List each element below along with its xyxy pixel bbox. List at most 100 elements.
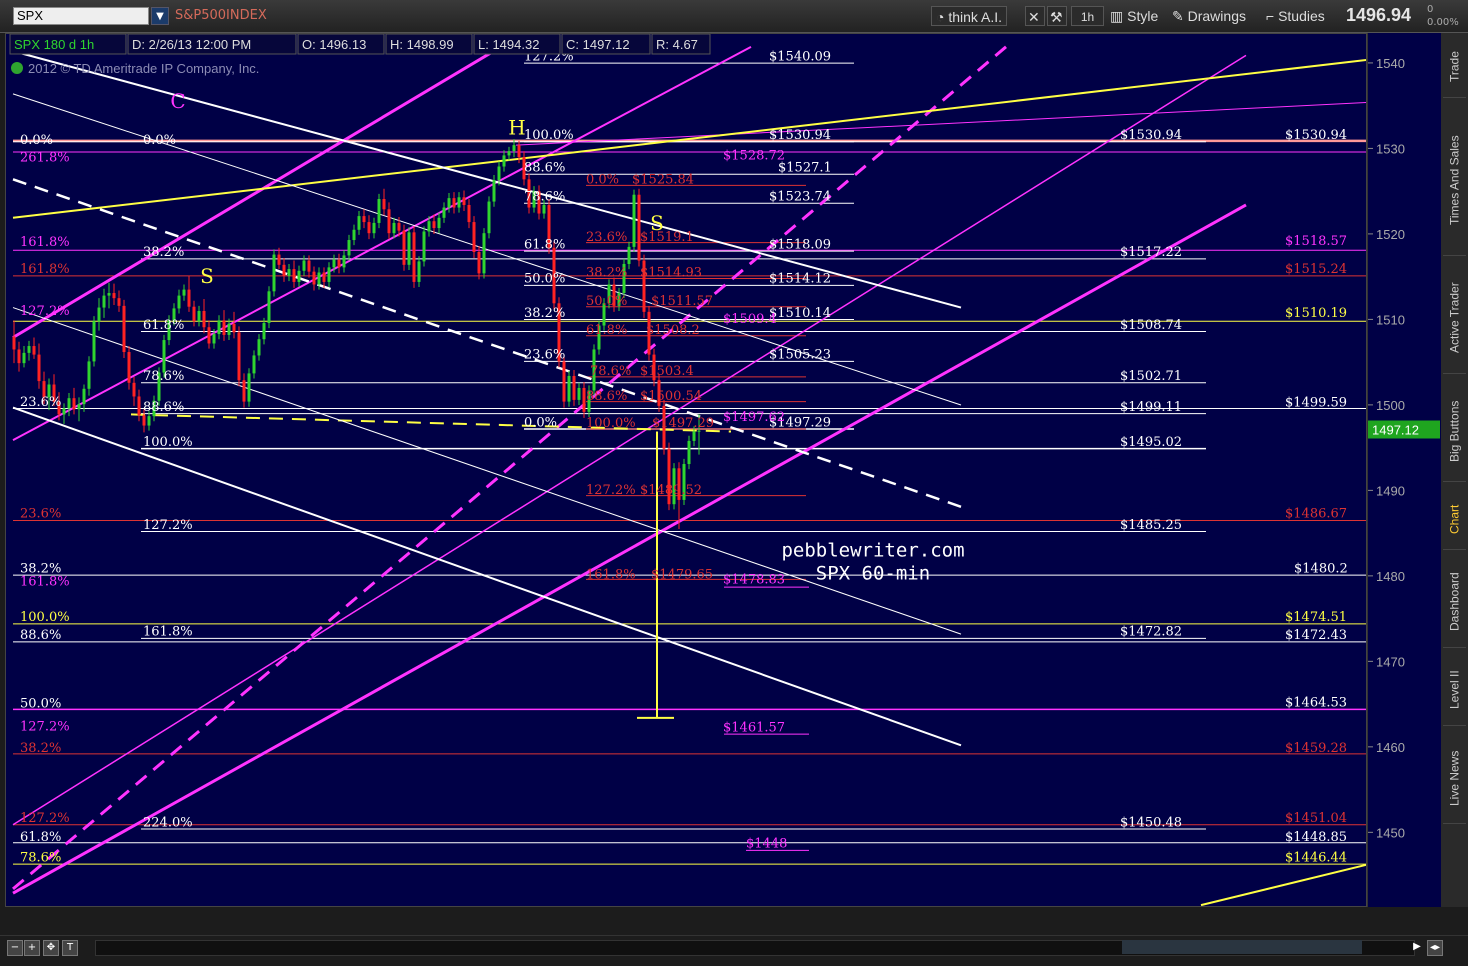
side-tab-trade[interactable]: Trade [1443, 37, 1466, 98]
symbol-dropdown-icon[interactable]: ▼ [151, 7, 169, 25]
candle-body [82, 388, 86, 405]
price-axis-canvas: 1540 1530 1520 1510 1500 1490 1480 1470 1460 1450… [1368, 56, 1440, 840]
fib-label: $1464.53 [1285, 696, 1347, 711]
candle-body [272, 254, 276, 292]
side-tab-chart[interactable]: Chart [1443, 489, 1466, 550]
side-tab-active-trader[interactable]: Active Trader [1443, 263, 1466, 374]
fib-label: 23.6% [524, 348, 565, 363]
candle-body [182, 289, 186, 296]
drawings-menu[interactable]: ✎ Drawings [1172, 6, 1246, 26]
ohlc-field: C: 1497.12 [566, 37, 630, 52]
candle-body [407, 232, 411, 265]
fib-label: 61.8% [586, 323, 627, 338]
style-label: Style [1127, 8, 1159, 24]
candle-body [217, 320, 221, 335]
fib-label: $1450.48 [1120, 815, 1182, 830]
side-tab-big-buttons[interactable]: Big Buttons [1443, 381, 1466, 482]
fib-label: $1459.28 [1285, 741, 1347, 756]
fib-label: $1514.12 [769, 272, 831, 287]
fib-label: 50.0% [524, 272, 565, 287]
side-tab-level-ii[interactable]: Level II [1443, 655, 1466, 726]
price-tick-label: 1480 [1376, 569, 1405, 584]
candle-body [137, 396, 141, 416]
candle-body [62, 408, 66, 415]
fib-label: $1518.57 [1285, 234, 1347, 249]
chart-canvas: 0.0% 261.8% 161.8% 161.8% 127.2% 23.6% 23.6% 38… [9, 34, 1366, 906]
candle-body [397, 222, 401, 231]
candle-body [257, 339, 261, 356]
fib-label: $1518.09 [769, 237, 831, 252]
fib-label: $1448.85 [1285, 830, 1347, 845]
fib-label: $1517.22 [1120, 245, 1182, 260]
candle-body [562, 361, 566, 402]
scrollbar-thumb[interactable] [1122, 940, 1362, 954]
candle-body [67, 398, 71, 409]
candle-body [267, 291, 271, 323]
price-chart[interactable]: 0.0% 261.8% 161.8% 161.8% 127.2% 23.6% 23.6% 38… [5, 33, 1367, 907]
zoom-in-icon[interactable]: + [24, 940, 40, 956]
text-tool-icon[interactable]: T [62, 940, 78, 956]
candle-body [92, 321, 96, 362]
candle-body [377, 198, 381, 223]
studies-menu[interactable]: ⌐ Studies [1266, 6, 1325, 26]
side-tab-dashboard[interactable]: Dashboard [1443, 557, 1466, 648]
candle-body [302, 260, 306, 271]
candle-body [452, 198, 456, 208]
fib-label: $1499.11 [1120, 400, 1182, 415]
current-price-label: 1497.12 [1372, 423, 1419, 438]
fib-label: 50.0% [586, 294, 627, 309]
fib-label: 127.2% [143, 518, 193, 533]
price-tick-label: 1450 [1376, 825, 1405, 840]
pan-icon[interactable]: ✥ [43, 940, 59, 956]
think-ai-icon: ◔ [936, 9, 945, 25]
candle-body [352, 229, 356, 241]
zoom-out-icon[interactable]: − [7, 940, 23, 956]
fib-label: $1486.67 [1285, 507, 1347, 522]
price-axis[interactable]: 1540 1530 1520 1510 1500 1490 1480 1470 1460 1450… [1367, 33, 1441, 907]
copyright-text: 2012 © TD Ameritrade IP Company, Inc. [28, 61, 259, 76]
crosshair-tool-icon[interactable]: ✕ [1025, 6, 1045, 26]
candle-body [517, 145, 521, 158]
candle-body [27, 346, 31, 353]
fib-label: $1472.82 [1120, 625, 1182, 640]
fib-label: $1527.1 [778, 161, 832, 176]
candle-body [512, 145, 516, 152]
fib-label: 61.8% [143, 318, 184, 333]
scroll-right-icon[interactable]: ▶ [1410, 940, 1424, 954]
watermark-title: SPX 60-min [816, 563, 930, 585]
candle-body [577, 387, 581, 400]
side-tab-times-and-sales[interactable]: Times And Sales [1443, 105, 1466, 256]
fib-label: $1489.52 [640, 483, 702, 498]
fib-label: 38.2% [143, 245, 184, 260]
last-price: 1496.94 [1346, 5, 1412, 25]
settings-wrench-icon[interactable]: ⚒ [1047, 6, 1067, 26]
symbol-input[interactable]: SPX [13, 7, 149, 25]
candle-body [487, 201, 491, 234]
side-tab-live-news[interactable]: Live News [1443, 733, 1466, 824]
fib-label: 127.2% [20, 811, 70, 826]
fib-label: $1530.94 [769, 128, 831, 143]
fib-label: 161.8% [143, 625, 193, 640]
fib-label: 161.8% [20, 262, 70, 277]
candle-body [412, 232, 416, 282]
candle-body [107, 293, 111, 296]
expand-icon[interactable]: ◂▸ [1427, 940, 1443, 956]
candle-body [97, 307, 101, 322]
candle-body [127, 352, 131, 383]
fib-label: $1461.57 [723, 720, 785, 735]
candle-body [402, 230, 406, 265]
fib-label: 78.6% [590, 364, 631, 379]
pencil-icon: ✎ [1172, 8, 1184, 24]
fib-label: 161.8% [20, 574, 70, 589]
think-ai-button[interactable]: ◔ think A.I. [931, 6, 1008, 26]
fib-label: 78.6% [524, 190, 565, 205]
fib-label: 127.2% [586, 483, 636, 498]
timeframe-button[interactable]: 1h [1071, 6, 1104, 26]
candle-body [502, 155, 506, 167]
candle-body [232, 323, 236, 333]
candle-body [442, 207, 446, 218]
style-menu[interactable]: ▥ Style [1110, 6, 1158, 26]
candle-body [342, 255, 346, 268]
fib-label: $1478.83 [723, 573, 785, 588]
fib-label: 224.0% [143, 815, 193, 830]
